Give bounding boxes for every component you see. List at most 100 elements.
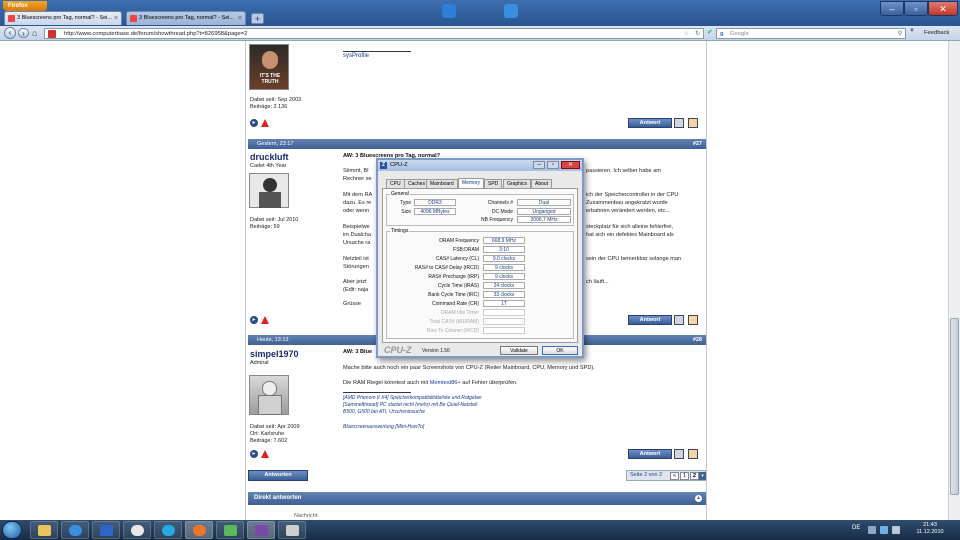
post-title: AW: 3 Blue [343, 349, 373, 355]
close-button[interactable]: ✕ [928, 1, 958, 16]
reload-icon[interactable]: ↻ [695, 29, 700, 39]
home-icon[interactable]: ⌂ [32, 28, 42, 38]
warning-icon[interactable] [261, 119, 269, 127]
minimize-button[interactable]: – [880, 1, 904, 16]
cpuz-maximize-button[interactable]: ▫ [547, 161, 559, 169]
warning-icon[interactable] [261, 316, 269, 324]
url-bar[interactable]: http://www.computerbase.de/forum/showthr… [44, 28, 704, 39]
cpuz-type-value: DDR3 [414, 199, 456, 206]
taskbar-app[interactable] [123, 521, 151, 539]
tab-active[interactable]: 3 Bluescreens pro Tag, normal? - Sei... … [4, 11, 122, 25]
memtest-link[interactable]: Memtest86+ [430, 380, 461, 386]
report-icon[interactable]: ▸ [250, 119, 258, 127]
tab-close-icon[interactable]: × [238, 12, 242, 25]
forward-icon[interactable]: › [18, 28, 29, 38]
username[interactable]: simpel1970 [250, 349, 299, 359]
signature-link[interactable]: [AMD Phenom II X4] Speicherkompatibilitä… [343, 395, 482, 402]
cpuz-timing-value: 668.9 MHz [483, 237, 525, 244]
page-link-1[interactable]: 1 [680, 472, 689, 480]
post-line: Rechner se [343, 176, 372, 182]
cpuz-title-bar[interactable]: Z CPU-Z – ▫ ✕ [378, 160, 582, 171]
cpuz-tab-mainboard[interactable]: Mainboard [426, 179, 458, 188]
prev-page-button[interactable]: < [670, 472, 679, 480]
sysprofile-link[interactable]: sysProfile [343, 53, 369, 59]
windows-taskbar: DE 21:43 11.12.2010 [0, 520, 960, 540]
cpuz-minimize-button[interactable]: – [533, 161, 545, 169]
signature-link[interactable]: B500, G500 bei ATI, Urscheninsuche [343, 409, 425, 416]
post-number[interactable]: #28 [693, 335, 702, 345]
signature-link[interactable]: Bluescreenauswertung [Mini-HowTo] [343, 424, 424, 431]
volume-icon[interactable] [892, 526, 900, 534]
firefox-menu-button[interactable]: Firefox [3, 1, 47, 11]
post-number[interactable]: #27 [693, 139, 702, 149]
signature-link[interactable]: [Sammelthread] PC startet nicht (mehr) m… [343, 402, 477, 409]
network-icon[interactable] [880, 526, 888, 534]
page-menu-icon[interactable]: ▾ [699, 472, 706, 480]
quote-icon[interactable] [674, 118, 684, 128]
tab-inactive[interactable]: 3 Bluescreens pro Tag, normal? - Sei... … [126, 11, 246, 25]
multi-quote-icon[interactable] [688, 449, 698, 459]
reply-button[interactable]: Antwort [628, 315, 672, 325]
search-icon[interactable]: ⚲ [898, 29, 902, 39]
language-indicator[interactable]: DE [852, 525, 860, 531]
cpuz-title: CPU-Z [390, 162, 408, 168]
cpuz-tab-graphics[interactable]: Graphics [503, 179, 532, 188]
cpuz-timing-label: Total CAS# (tRDRAM) [429, 319, 479, 325]
new-tab-button[interactable]: + [251, 13, 264, 24]
google-icon: g [720, 31, 724, 37]
answer-button[interactable]: Antworten [248, 470, 308, 481]
back-icon[interactable]: ‹ [4, 27, 16, 39]
cpuz-window[interactable]: Z CPU-Z – ▫ ✕ CPU Caches Mainboard Memor… [376, 158, 584, 358]
reply-button[interactable]: Antwort [628, 118, 672, 128]
collapse-icon[interactable]: ▴ [695, 495, 702, 502]
feedback-button[interactable]: Feedback [924, 28, 957, 39]
tray-icon[interactable] [868, 526, 876, 534]
post-line: Mit dem RA [343, 192, 373, 198]
cpuz-tab-spd[interactable]: SPD [484, 179, 503, 188]
cpuz-timing-label: FSB:DRAM [453, 247, 479, 253]
cpuz-tab-memory[interactable]: Memory [458, 178, 485, 188]
addon-icon[interactable]: ✔ [707, 28, 715, 38]
taskbar-ie[interactable] [61, 521, 89, 539]
user-joined: Dabei seit: Sep 2003 [250, 97, 302, 103]
bookmark-star-icon[interactable]: ☆ [684, 29, 689, 39]
post-line: Grüsse [343, 301, 362, 307]
taskbar-app3[interactable] [278, 521, 306, 539]
taskbar-app2[interactable] [216, 521, 244, 539]
tab-close-icon[interactable]: × [114, 12, 118, 25]
quote-icon[interactable] [674, 315, 684, 325]
report-icon[interactable]: ▸ [250, 316, 258, 324]
taskbar-cpuz[interactable] [247, 521, 275, 539]
quote-icon[interactable] [674, 449, 684, 459]
computerbase-favicon-icon [130, 15, 137, 22]
multi-quote-icon[interactable] [688, 118, 698, 128]
maximize-button[interactable]: ▫ [904, 1, 928, 16]
taskbar-firefox[interactable] [185, 521, 213, 539]
cpuz-ok-button[interactable]: OK [542, 346, 578, 355]
username[interactable]: druckluft [250, 152, 289, 162]
warning-icon[interactable] [261, 450, 269, 458]
taskbar-media[interactable] [92, 521, 120, 539]
avatar-figure [263, 178, 277, 192]
multi-quote-icon[interactable] [688, 315, 698, 325]
user-rank: Admiral [250, 360, 269, 366]
downloads-icon[interactable]: ▼ [909, 28, 921, 38]
taskbar-skype[interactable] [154, 521, 182, 539]
start-button[interactable] [2, 521, 22, 539]
search-input[interactable]: g Google ⚲ [716, 28, 906, 39]
cpuz-close-button[interactable]: ✕ [561, 161, 580, 169]
reply-button[interactable]: Antwort [628, 449, 672, 459]
site-favicon-icon [48, 30, 56, 38]
page-link-2[interactable]: 2 [690, 472, 699, 480]
report-icon[interactable]: ▸ [250, 450, 258, 458]
post-text-part: Die RAM Riegel könntest auch mit [343, 380, 430, 386]
system-clock[interactable]: 21:43 11.12.2010 [906, 522, 954, 538]
pagination-label: Seite 2 von 2 [630, 472, 663, 478]
computerbase-favicon-icon [8, 15, 15, 22]
taskbar-explorer[interactable] [30, 521, 58, 539]
cpuz-tab-about[interactable]: About [531, 179, 553, 188]
scrollbar-thumb[interactable] [950, 318, 959, 495]
cpuz-validate-button[interactable]: Validate [500, 346, 538, 355]
navigation-toolbar: ‹ › ⌂ http://www.computerbase.de/forum/s… [0, 26, 960, 41]
cpuz-tab-cpu[interactable]: CPU [386, 179, 405, 188]
